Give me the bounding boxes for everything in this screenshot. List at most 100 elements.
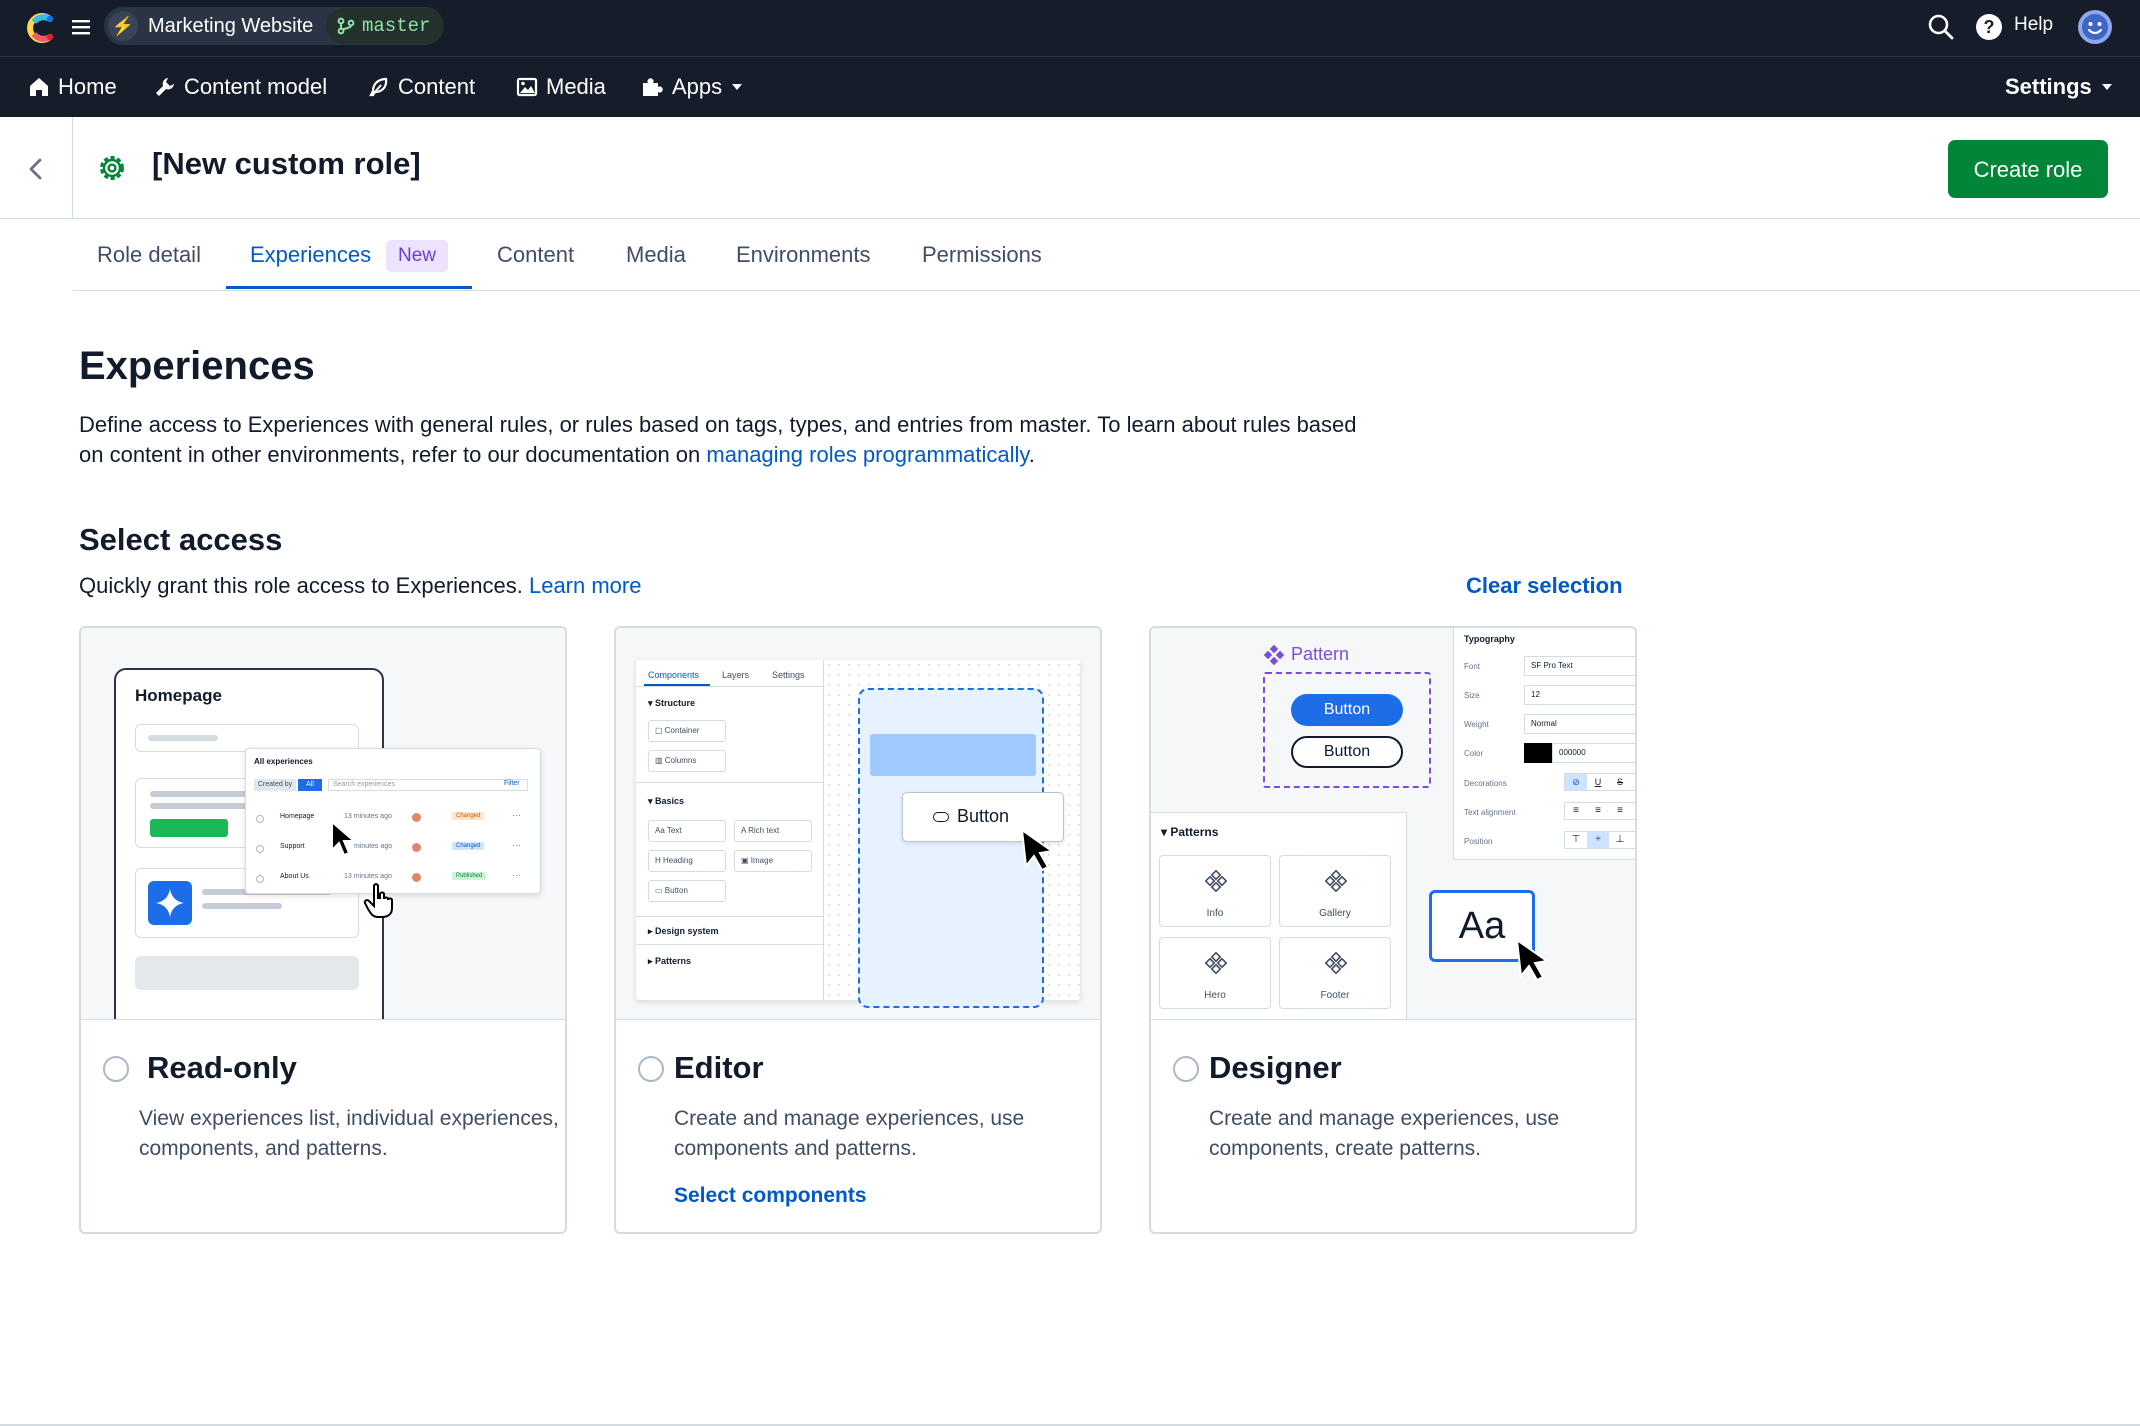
active-tab-indicator <box>226 286 472 289</box>
row-status: Published <box>452 872 487 880</box>
canvas-button-label: Button <box>957 806 1010 826</box>
tab-media[interactable]: Media <box>626 222 686 288</box>
nav-content-model-label: Content model <box>184 74 328 99</box>
button-shape-icon <box>933 812 949 822</box>
heading-label: Heading <box>663 856 693 865</box>
pattern-button-primary: Button <box>1291 694 1403 726</box>
help-label[interactable]: Help <box>2014 14 2053 36</box>
decorations-label: Decorations <box>1464 779 1507 788</box>
nav-media[interactable]: Media <box>516 56 606 117</box>
tab-permissions[interactable]: Permissions <box>922 222 1042 288</box>
pattern-tile-hero: Hero <box>1159 937 1271 1009</box>
pattern-tile-footer: Footer <box>1279 937 1391 1009</box>
nav-home[interactable]: Home <box>28 56 117 117</box>
nav-content[interactable]: Content <box>368 56 475 117</box>
text-alignment-label: Text alignment <box>1464 808 1516 817</box>
select-access-heading: Select access <box>79 522 283 557</box>
chevron-down-icon <box>732 83 743 90</box>
row-time: minutes ago <box>354 843 393 850</box>
chevron-down-icon <box>2101 83 2112 90</box>
nav-settings-label: Settings <box>2005 74 2092 99</box>
back-button[interactable] <box>0 117 73 219</box>
menu-icon[interactable] <box>70 18 92 36</box>
designer-description: Create and manage experiences, use compo… <box>1209 1107 1560 1160</box>
search-icon[interactable] <box>1926 12 1956 42</box>
nav-apps-label: Apps <box>672 74 723 99</box>
create-role-button[interactable]: Create role <box>1948 140 2108 198</box>
editor-radio[interactable] <box>638 1056 664 1082</box>
cursor-arrow-icon <box>331 820 357 857</box>
tab-environments[interactable]: Environments <box>736 222 871 288</box>
wrench-icon <box>156 77 174 96</box>
image-icon <box>516 77 538 96</box>
row-more: ··· <box>512 870 521 880</box>
columns-label: Columns <box>664 756 697 765</box>
environment-badge[interactable]: master <box>326 8 445 44</box>
clear-selection-button[interactable]: Clear selection <box>1466 573 1623 599</box>
page-title: [New custom role] <box>152 146 421 181</box>
font-select: SF Pro Text <box>1524 656 1635 676</box>
row-more: ··· <box>512 810 521 820</box>
row-time: 13 minutes ago <box>344 873 392 880</box>
feather-icon <box>369 77 388 96</box>
tab-bar <box>73 219 2140 291</box>
nav-apps[interactable]: Apps <box>640 56 744 117</box>
pattern-frame <box>1263 672 1431 788</box>
learn-more-link[interactable]: Learn more <box>529 573 642 598</box>
typography-panel: Typography Font SF Pro Text Size 12 Weig… <box>1453 628 1635 860</box>
patterns-panel: ▾ Patterns Info Gallery Hero Footer <box>1151 812 1407 1019</box>
tile-label: Gallery <box>1319 908 1351 919</box>
row-name: Homepage <box>280 813 315 820</box>
space-name[interactable]: Marketing Website <box>148 0 313 52</box>
nav-settings[interactable]: Settings <box>2005 56 2114 117</box>
experiences-list-panel: All experiences Created by All Search ex… <box>245 748 541 894</box>
cursor-arrow-icon <box>1515 937 1550 982</box>
row-radio <box>256 845 264 853</box>
tab-experiences[interactable]: Experiences <box>250 222 371 288</box>
pattern-icon <box>1325 952 1347 974</box>
access-card-designer[interactable]: Pattern Button Button Typography Font SF… <box>1149 626 1637 1234</box>
managing-roles-link[interactable]: managing roles programmatically <box>706 442 1028 467</box>
designer-radio[interactable] <box>1173 1056 1199 1082</box>
editor-illustration: Components Layers Settings ▾ Structure ▢… <box>616 628 1100 1020</box>
branch-icon <box>337 17 355 35</box>
patterns-heading: ▾ Patterns <box>1161 825 1219 839</box>
read-only-title: Read-only <box>147 1050 297 1085</box>
read-only-illustration: Homepage All experiences Created by All … <box>81 628 565 1020</box>
tab-role-detail[interactable]: Role detail <box>97 222 201 288</box>
pattern-icon <box>1205 870 1227 892</box>
structure-section: ▾ Structure <box>648 698 696 708</box>
read-only-radio[interactable] <box>103 1056 129 1082</box>
contentful-logo[interactable] <box>24 10 60 46</box>
columns-component: ▥ Columns <box>648 750 726 772</box>
designer-title: Designer <box>1209 1050 1342 1085</box>
help-icon[interactable]: ? <box>1974 12 2004 42</box>
read-only-description: View experiences list, individual experi… <box>139 1107 559 1160</box>
row-avatar <box>412 873 421 882</box>
basics-section: ▾ Basics <box>648 796 685 806</box>
intro-text: Define access to Experiences with genera… <box>79 410 1359 470</box>
tab-content[interactable]: Content <box>497 222 574 288</box>
row-name: About Us <box>280 873 309 880</box>
editor-description: Create and manage experiences, use compo… <box>674 1107 1025 1160</box>
svg-text:?: ? <box>1984 17 1995 37</box>
nav-content-model[interactable]: Content model <box>154 56 327 117</box>
design-system-section: ▸ Design system <box>648 926 719 936</box>
row-avatar <box>412 813 421 822</box>
pattern-button-secondary: Button <box>1291 736 1403 768</box>
position-options: ⊤ + ⊥ <box>1564 831 1635 849</box>
row-name: Support <box>280 843 305 850</box>
all-filter: All <box>298 779 322 791</box>
access-card-editor[interactable]: Components Layers Settings ▾ Structure ▢… <box>614 626 1102 1234</box>
chevron-left-icon <box>29 158 42 180</box>
access-card-read-only[interactable]: Homepage All experiences Created by All … <box>79 626 567 1234</box>
size-label: Size <box>1464 691 1480 700</box>
row-status: Changed <box>452 812 485 820</box>
button-label: Button <box>664 886 688 895</box>
row-status: Changed <box>452 842 485 850</box>
select-components-link[interactable]: Select components <box>674 1184 867 1208</box>
created-by-filter: Created by <box>254 779 296 791</box>
sparkle-icon <box>148 881 192 925</box>
avatar[interactable] <box>2077 9 2113 45</box>
color-swatch <box>1524 743 1552 763</box>
